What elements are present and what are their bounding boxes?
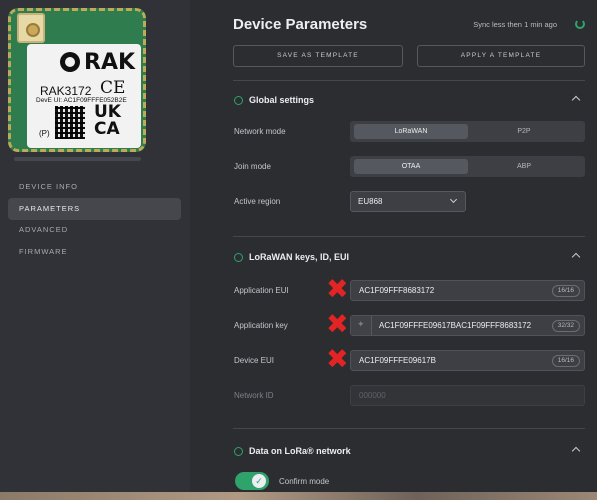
key-icon: ✦	[357, 319, 365, 329]
nav-item-device-info[interactable]: DEVICE INFO	[8, 176, 181, 198]
info-icon	[234, 96, 243, 105]
confirm-mode-toggle[interactable]: ✓	[235, 472, 269, 490]
network-mode-p2p[interactable]: P2P	[467, 124, 581, 139]
apply-template-button[interactable]: APPLY A TEMPLATE	[417, 45, 585, 67]
sync-status: Sync less then 1 min ago	[473, 20, 557, 29]
save-as-template-button[interactable]: SAVE AS TEMPLATE	[233, 45, 403, 67]
sidebar: RAK RAK3172 CE DevE UI: AC1F09FFFE052B2E…	[0, 0, 190, 500]
check-icon: ✓	[252, 474, 266, 488]
section-title: LoRaWAN keys, ID, EUI	[249, 252, 350, 262]
char-count-badge: 16/16	[551, 285, 580, 297]
lora-data-header[interactable]: Data on LoRa® network	[233, 442, 585, 462]
chevron-down-icon	[449, 195, 458, 204]
char-count-badge: 32/32	[551, 320, 580, 332]
page-title: Device Parameters	[233, 16, 368, 33]
device-eui-value: AC1F09FFFE09617B	[359, 356, 436, 365]
info-icon	[234, 447, 243, 456]
chevron-up-icon[interactable]	[571, 446, 581, 456]
red-x-mark-annotation: ✖	[326, 309, 349, 340]
nav-item-firmware[interactable]: FIRMWARE	[8, 241, 181, 263]
network-id-field: 000000	[350, 385, 585, 406]
network-id-value: 000000	[359, 391, 386, 400]
nav-item-parameters[interactable]: PARAMETERS	[8, 198, 181, 220]
application-key-value: AC1F09FFFE09617BAC1F09FFF8683172	[379, 321, 532, 330]
background-photo-strip	[0, 492, 597, 500]
chevron-up-icon[interactable]	[571, 252, 581, 262]
network-id-label: Network ID	[234, 391, 274, 400]
device-eui-field[interactable]: AC1F09FFFE09617B 16/16	[350, 350, 585, 371]
qr-code-icon	[55, 106, 85, 139]
p-mark: (P)	[39, 129, 50, 138]
join-mode-toggle: OTAA ABP	[350, 156, 585, 177]
active-region-select[interactable]: EU868	[350, 191, 466, 212]
red-x-mark-annotation: ✖	[326, 344, 349, 375]
application-eui-label: Application EUI	[234, 286, 289, 295]
confirm-mode-label: Confirm mode	[279, 477, 330, 486]
active-region-label: Active region	[234, 197, 281, 206]
active-region-value: EU868	[358, 197, 383, 206]
key-generate-button[interactable]: ✦	[351, 316, 372, 335]
section-title: Global settings	[249, 95, 315, 105]
divider	[233, 236, 585, 237]
rak-logo: RAK	[60, 50, 138, 75]
network-mode-toggle: LoRaWAN P2P	[350, 121, 585, 142]
join-mode-otaa[interactable]: OTAA	[354, 159, 468, 174]
antenna-connector-icon	[17, 13, 45, 43]
application-eui-field[interactable]: AC1F09FFF8683172 16/16	[350, 280, 585, 301]
module-progress-bar	[14, 157, 141, 161]
nav-item-advanced[interactable]: ADVANCED	[8, 219, 181, 241]
network-mode-lorawan[interactable]: LoRaWAN	[354, 124, 468, 139]
ukca-mark: UK CA	[94, 102, 121, 139]
divider	[233, 80, 585, 81]
char-count-badge: 16/16	[551, 355, 580, 367]
refresh-icon[interactable]	[575, 19, 585, 29]
application-key-field[interactable]: ✦ AC1F09FFFE09617BAC1F09FFF8683172 32/32	[350, 315, 585, 336]
application-key-label: Application key	[234, 321, 288, 330]
chevron-up-icon[interactable]	[571, 95, 581, 105]
divider	[233, 428, 585, 429]
join-mode-abp[interactable]: ABP	[467, 159, 581, 174]
application-eui-value: AC1F09FFF8683172	[359, 286, 435, 295]
lorawan-keys-header[interactable]: LoRaWAN keys, ID, EUI	[233, 248, 585, 268]
network-mode-label: Network mode	[234, 127, 286, 136]
section-title: Data on LoRa® network	[249, 446, 351, 456]
module-model: RAK3172	[40, 84, 92, 98]
ce-mark: CE	[100, 78, 126, 98]
red-x-mark-annotation: ✖	[326, 274, 349, 305]
global-settings-header[interactable]: Global settings	[233, 91, 585, 111]
device-module-image: RAK RAK3172 CE DevE UI: AC1F09FFFE052B2E…	[8, 8, 146, 152]
device-eui-label: Device EUI	[234, 356, 275, 365]
join-mode-label: Join mode	[234, 162, 271, 171]
info-icon	[234, 253, 243, 262]
